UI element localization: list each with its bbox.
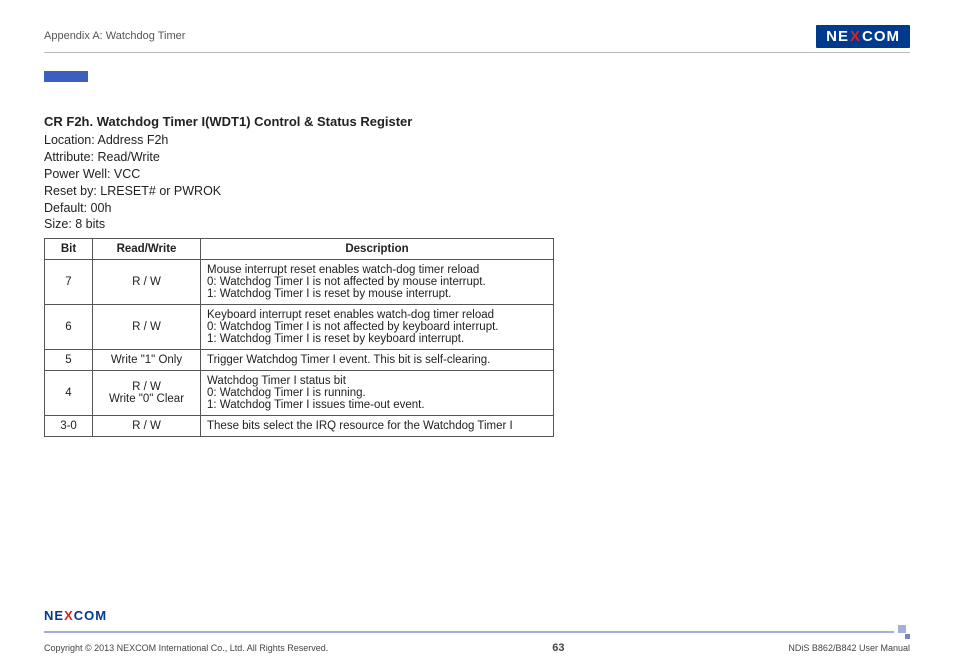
attr-size: Size: 8 bits [44, 216, 584, 233]
cell-desc: Watchdog Timer I status bit 0: Watchdog … [201, 371, 554, 416]
cell-bit: 5 [45, 350, 93, 371]
table-row: 7 R / W Mouse interrupt reset enables wa… [45, 260, 554, 305]
brand-post: COM [74, 608, 107, 623]
cell-bit: 7 [45, 260, 93, 305]
desc-line: Mouse interrupt reset enables watch-dog … [207, 264, 547, 276]
cell-desc: Trigger Watchdog Timer I event. This bit… [201, 350, 554, 371]
attr-attribute: Attribute: Read/Write [44, 149, 584, 166]
table-header-row: Bit Read/Write Description [45, 239, 554, 260]
footer-logo: NEXCOM [44, 608, 910, 623]
col-bit: Bit [45, 239, 93, 260]
footer-squares-icon [896, 625, 910, 639]
page-footer: NEXCOM Copyright © 2013 NEXCOM Internati… [44, 608, 910, 654]
desc-line: 1: Watchdog Timer I is reset by mouse in… [207, 288, 547, 300]
copyright-text: Copyright © 2013 NEXCOM International Co… [44, 643, 328, 653]
cell-bit: 6 [45, 305, 93, 350]
page-header: Appendix A: Watchdog Timer NEXCOM [44, 22, 910, 50]
brand-post: COM [862, 28, 900, 45]
brand-logo: NEXCOM [816, 25, 910, 48]
cell-rw: R / W [93, 416, 201, 437]
footer-line: Copyright © 2013 NEXCOM International Co… [44, 642, 910, 654]
rw-line: Write "0" Clear [99, 393, 194, 405]
cell-rw: R / W [93, 305, 201, 350]
cell-desc: Keyboard interrupt reset enables watch-d… [201, 305, 554, 350]
register-attributes: Location: Address F2h Attribute: Read/Wr… [44, 132, 584, 233]
attr-reset-by: Reset by: LRESET# or PWROK [44, 183, 584, 200]
table-row: 4 R / W Write "0" Clear Watchdog Timer I… [45, 371, 554, 416]
main-content: CR F2h. Watchdog Timer I(WDT1) Control &… [44, 114, 584, 437]
brand-pre: NE [826, 28, 849, 45]
manual-name: NDiS B862/B842 User Manual [788, 643, 910, 653]
brand-x-icon: X [64, 608, 74, 623]
brand-x-icon: X [850, 28, 861, 45]
cell-desc: These bits select the IRQ resource for t… [201, 416, 554, 437]
desc-line: 1: Watchdog Timer I is reset by keyboard… [207, 333, 547, 345]
desc-line: 0: Watchdog Timer I is running. [207, 387, 547, 399]
attr-location: Location: Address F2h [44, 132, 584, 149]
table-row: 5 Write "1" Only Trigger Watchdog Timer … [45, 350, 554, 371]
footer-rule [44, 631, 894, 633]
desc-line: 1: Watchdog Timer I issues time-out even… [207, 399, 547, 411]
header-rule [44, 52, 910, 53]
desc-line: 0: Watchdog Timer I is not affected by k… [207, 321, 547, 333]
col-desc: Description [201, 239, 554, 260]
desc-line: Watchdog Timer I status bit [207, 375, 547, 387]
appendix-label: Appendix A: Watchdog Timer [44, 30, 185, 42]
desc-line: 0: Watchdog Timer I is not affected by m… [207, 276, 547, 288]
cell-rw: R / W Write "0" Clear [93, 371, 201, 416]
table-row: 6 R / W Keyboard interrupt reset enables… [45, 305, 554, 350]
rw-line: R / W [99, 381, 194, 393]
table-row: 3-0 R / W These bits select the IRQ reso… [45, 416, 554, 437]
section-title: CR F2h. Watchdog Timer I(WDT1) Control &… [44, 114, 584, 129]
page-number: 63 [552, 642, 564, 654]
cell-rw: Write "1" Only [93, 350, 201, 371]
accent-bar [44, 71, 88, 82]
desc-line: Keyboard interrupt reset enables watch-d… [207, 309, 547, 321]
col-rw: Read/Write [93, 239, 201, 260]
cell-bit: 3-0 [45, 416, 93, 437]
cell-desc: Mouse interrupt reset enables watch-dog … [201, 260, 554, 305]
attr-power-well: Power Well: VCC [44, 166, 584, 183]
cell-bit: 4 [45, 371, 93, 416]
brand-pre: NE [44, 608, 64, 623]
cell-rw: R / W [93, 260, 201, 305]
footer-rule-wrap [44, 625, 910, 639]
register-table: Bit Read/Write Description 7 R / W Mouse… [44, 238, 554, 437]
attr-default: Default: 00h [44, 200, 584, 217]
